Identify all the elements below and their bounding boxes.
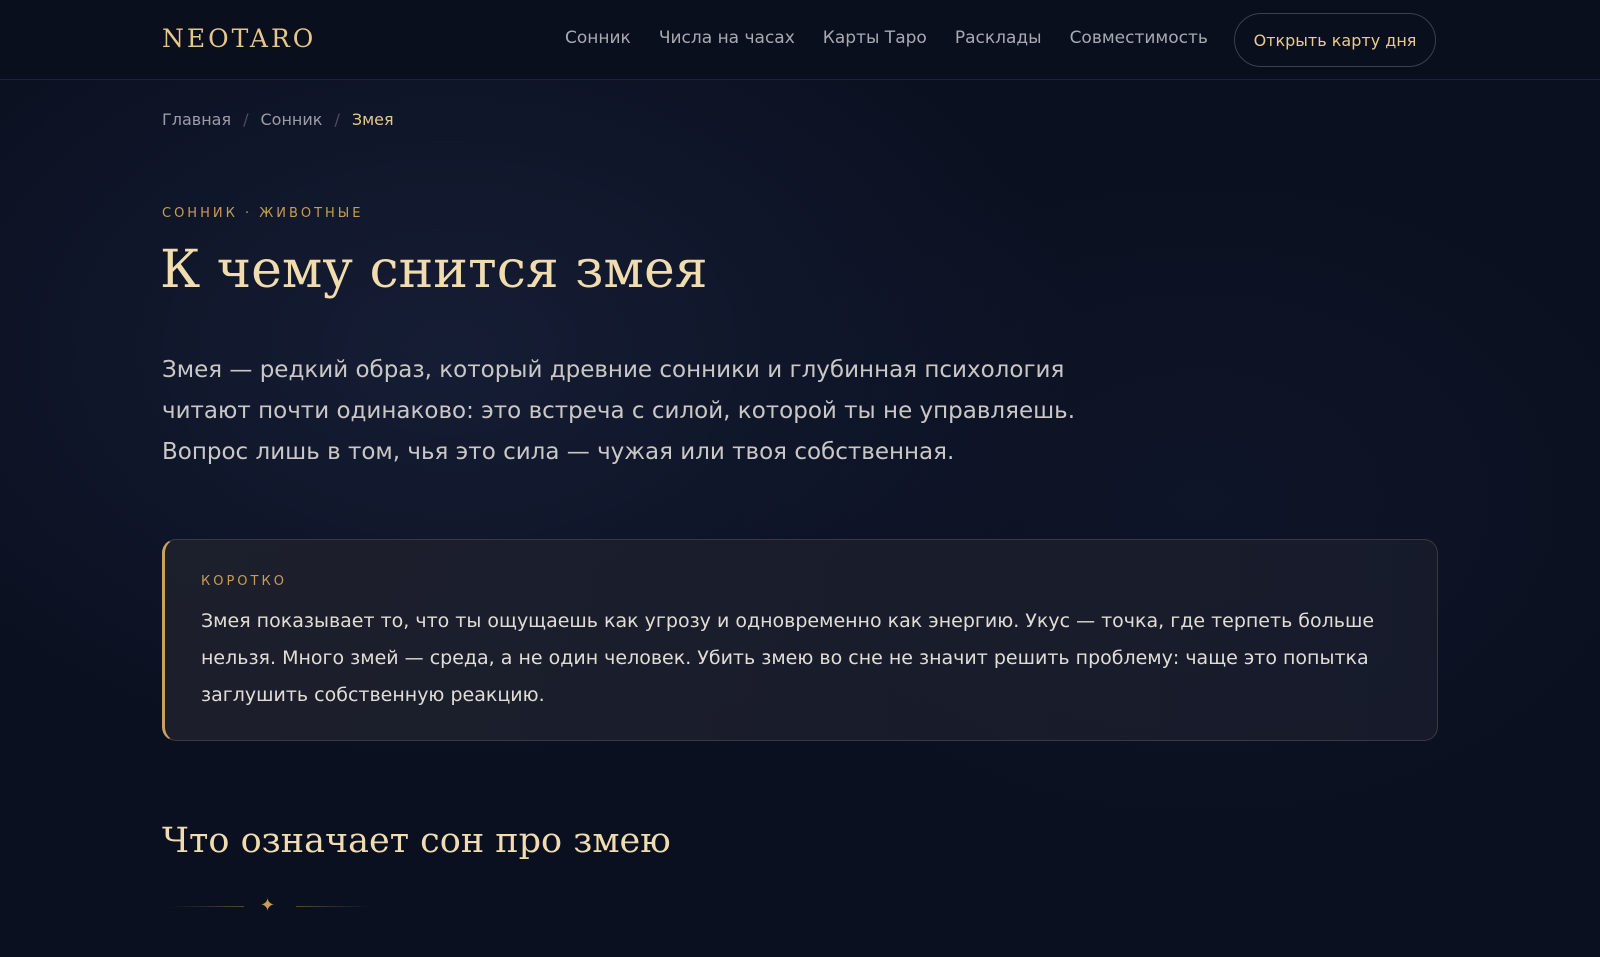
- article-kicker: СОННИК · ЖИВОТНЫЕ: [162, 206, 364, 221]
- page-title: К чему снится змея: [160, 240, 708, 300]
- section-divider: ✦: [170, 896, 370, 916]
- callout-text: Змея показывает то, что ты ощущаешь как …: [201, 610, 1375, 706]
- main-nav: Сонник Числа на часах Карты Таро Расклад…: [565, 28, 1236, 48]
- open-daily-card-button[interactable]: Открыть карту дня: [1234, 13, 1436, 67]
- nav-item-compatibility[interactable]: Совместимость: [1070, 28, 1208, 48]
- divider-line-left: [170, 906, 244, 907]
- logo[interactable]: NEOTARO: [162, 24, 316, 53]
- breadcrumb-current: Змея: [351, 110, 394, 129]
- nav-item-spreads[interactable]: Расклады: [955, 28, 1042, 48]
- breadcrumb-home[interactable]: Главная: [162, 110, 231, 129]
- article-lead: Змея — редкий образ, который древние сон…: [162, 357, 1076, 465]
- site-header: NEOTARO Сонник Числа на часах Карты Таро…: [0, 0, 1600, 80]
- breadcrumb-separator: /: [334, 110, 340, 129]
- breadcrumb-sonnik[interactable]: Сонник: [261, 110, 323, 129]
- nav-item-numbers[interactable]: Числа на часах: [659, 28, 795, 48]
- callout-label: КОРОТКО: [201, 574, 287, 589]
- breadcrumb-separator: /: [243, 110, 249, 129]
- nav-item-tarot-cards[interactable]: Карты Таро: [823, 28, 927, 48]
- summary-callout: КОРОТКО Змея показывает то, что ты ощуща…: [162, 539, 1438, 741]
- breadcrumb: Главная / Сонник / Змея: [162, 110, 394, 129]
- nav-item-sonnik[interactable]: Сонник: [565, 28, 631, 48]
- divider-line-right: [296, 906, 370, 907]
- section-title: Что означает сон про змею: [162, 821, 671, 861]
- sparkle-icon: ✦: [260, 895, 276, 916]
